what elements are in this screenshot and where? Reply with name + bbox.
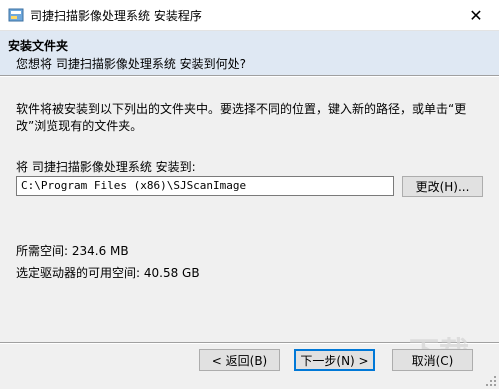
resize-grip-icon[interactable]	[485, 375, 497, 387]
close-button[interactable]: ✕	[453, 0, 499, 30]
header-divider	[0, 76, 499, 77]
browse-button[interactable]: 更改(H)...	[402, 176, 483, 197]
close-icon: ✕	[469, 5, 483, 25]
title-bar: 司捷扫描影像处理系统 安装程序 ✕	[0, 0, 499, 31]
window-title: 司捷扫描影像处理系统 安装程序	[30, 9, 202, 23]
instructions-text: 软件将被安装到以下列出的文件夹中。要选择不同的位置，键入新的路径，或单击“更改”…	[16, 102, 467, 133]
installer-app-icon	[8, 8, 24, 22]
header-title: 安装文件夹	[8, 39, 69, 53]
cancel-button[interactable]: 取消(C)	[392, 349, 473, 371]
install-path-label: 将 司捷扫描影像处理系统 安装到:	[16, 160, 196, 174]
space-required-text: 所需空间: 234.6 MB	[16, 244, 129, 258]
next-button[interactable]: 下一步(N) >	[294, 349, 375, 371]
wizard-header: 安装文件夹 您想将 司捷扫描影像处理系统 安装到何处?	[0, 31, 499, 76]
back-button[interactable]: < 返回(B)	[199, 349, 280, 371]
install-path-input[interactable]: C:\Program Files (x86)\SJScanImage	[16, 176, 394, 196]
header-subtitle: 您想将 司捷扫描影像处理系统 安装到何处?	[16, 57, 246, 71]
space-available-text: 选定驱动器的可用空间: 40.58 GB	[16, 266, 200, 280]
